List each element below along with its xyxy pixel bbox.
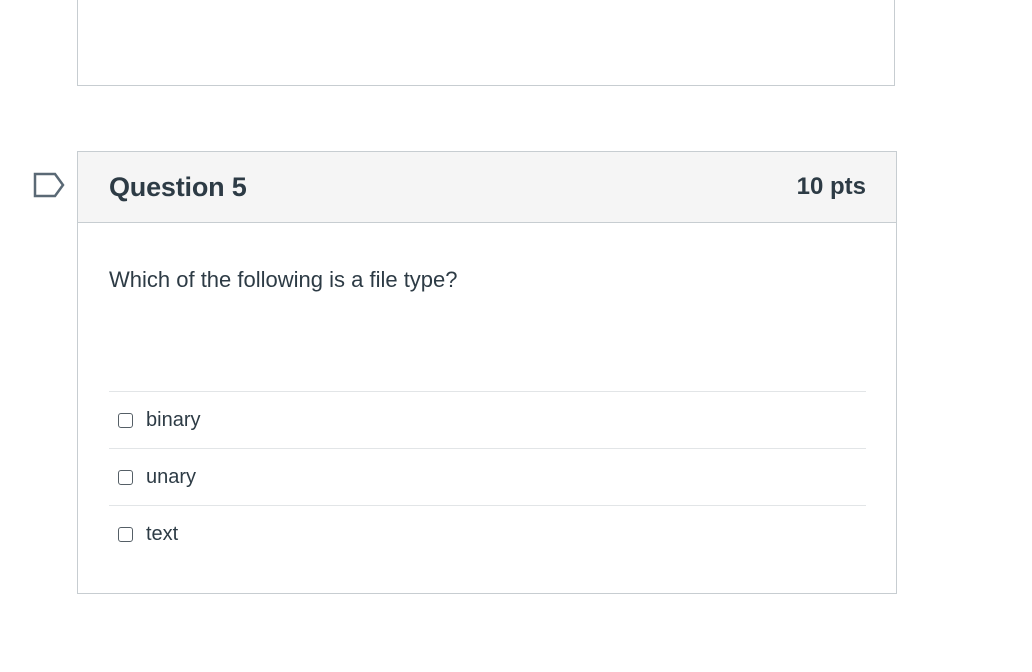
answer-option[interactable]: text <box>109 506 866 562</box>
question-header: Question 5 10 pts <box>78 152 896 223</box>
answer-label[interactable]: binary <box>146 409 200 432</box>
answer-option[interactable]: unary <box>109 449 866 506</box>
answer-label[interactable]: text <box>146 523 178 546</box>
previous-question-card <box>77 0 895 86</box>
answer-option[interactable]: binary <box>109 392 866 449</box>
answer-list: binary unary text <box>109 391 866 562</box>
answer-checkbox[interactable] <box>118 469 133 485</box>
flag-question-icon[interactable] <box>33 172 65 198</box>
answer-checkbox[interactable] <box>118 526 133 542</box>
question-text: Which of the following is a file type? <box>109 267 458 292</box>
answer-checkbox[interactable] <box>118 412 133 428</box>
answer-label[interactable]: unary <box>146 466 196 489</box>
question-title: Question 5 <box>109 171 247 202</box>
question-points: 10 pts <box>796 173 866 200</box>
question-card: Question 5 10 pts Which of the following… <box>77 151 897 594</box>
question-body: Which of the following is a file type? b… <box>78 223 896 562</box>
